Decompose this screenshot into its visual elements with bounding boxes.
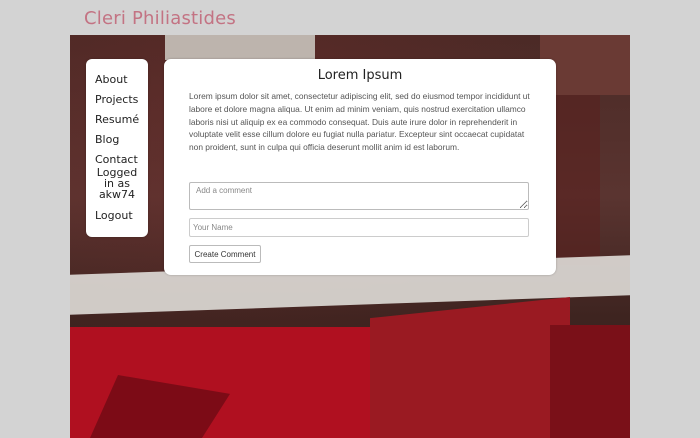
create-comment-button[interactable]: Create Comment	[189, 245, 261, 263]
post-card: Lorem Ipsum Lorem ipsum dolor sit amet, …	[164, 59, 556, 275]
sidebar-nav: About Projects Resumé Blog Contact Logge…	[86, 59, 148, 237]
logged-in-status: Logged in as akw74	[86, 167, 148, 200]
nav-link-resume[interactable]: Resumé	[95, 113, 139, 126]
name-input[interactable]	[189, 218, 529, 237]
nav-link-projects[interactable]: Projects	[95, 93, 138, 106]
site-title[interactable]: Cleri Philiastides	[84, 8, 236, 29]
post-title: Lorem Ipsum	[317, 68, 403, 83]
nav-link-blog[interactable]: Blog	[95, 133, 119, 146]
comment-textarea[interactable]	[189, 182, 529, 210]
nav-link-about[interactable]: About	[95, 73, 128, 86]
nav-link-logout[interactable]: Logout	[95, 209, 133, 222]
logged-in-username: akw74	[98, 188, 136, 201]
nav-link-contact[interactable]: Contact	[95, 153, 138, 166]
post-body: Lorem ipsum dolor sit amet, consectetur …	[189, 91, 530, 153]
